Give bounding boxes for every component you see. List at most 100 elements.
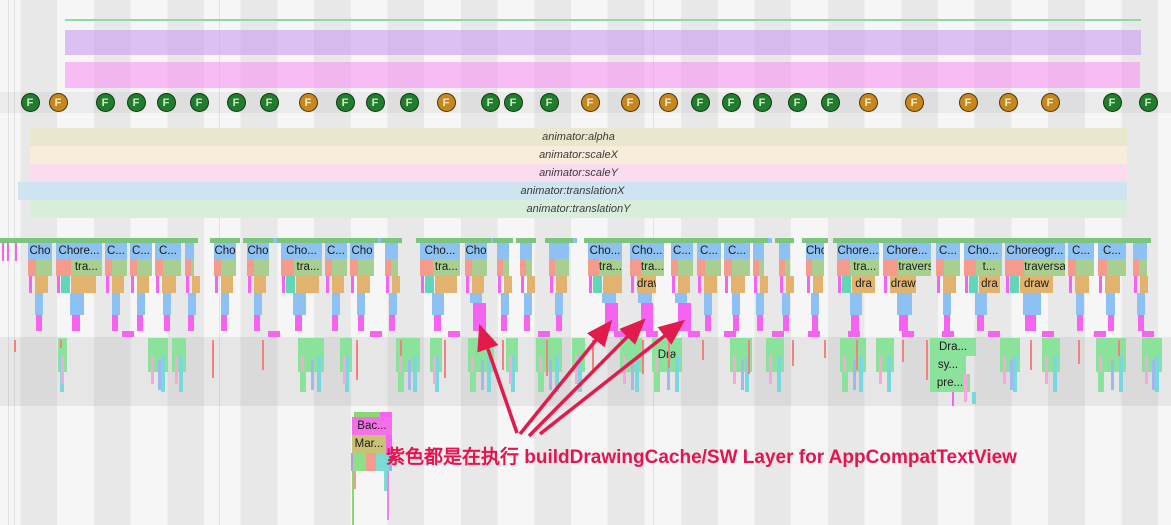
trace-slice[interactable] (1010, 360, 1013, 390)
trace-slice[interactable] (952, 392, 954, 406)
trace-slice[interactable] (733, 356, 736, 384)
trace-slice[interactable] (470, 372, 476, 392)
track-bar-purple[interactable] (65, 30, 1141, 55)
frame-marker-badge-green[interactable]: F (336, 93, 355, 112)
trace-slice[interactable] (7, 243, 9, 261)
frame-marker-badge-green[interactable]: F (190, 93, 209, 112)
trace-slice[interactable] (156, 276, 159, 293)
slice-choreographer[interactable]: Cho... (630, 243, 664, 259)
slice-draw[interactable]: dra (852, 276, 875, 293)
trace-slice[interactable] (501, 315, 507, 331)
slice-choreographer[interactable] (1133, 243, 1147, 259)
trace-slice[interactable] (944, 315, 950, 331)
trace-slice[interactable] (777, 356, 781, 392)
trace-slice[interactable] (555, 356, 559, 392)
trace-slice[interactable] (247, 259, 254, 276)
slice-draw[interactable]: dra (979, 276, 1000, 293)
trace-slice[interactable] (137, 293, 145, 315)
slice-traversal[interactable] (785, 259, 790, 276)
slice-traversal[interactable]: tra... (599, 259, 622, 276)
trace-slice[interactable] (936, 259, 944, 276)
trace-slice[interactable] (1152, 360, 1155, 390)
slice-choreographer[interactable]: C... (1068, 243, 1094, 259)
trace-slice[interactable] (326, 276, 329, 293)
frame-marker-badge-green[interactable]: F (753, 93, 772, 112)
frame-marker-badge-amber[interactable]: F (437, 93, 456, 112)
slice-traversal[interactable] (163, 259, 181, 276)
trace-slice[interactable] (575, 356, 578, 384)
trace-slice[interactable] (1098, 259, 1107, 276)
slice-build-drawing-cache[interactable] (678, 303, 691, 331)
trace-slice[interactable] (175, 356, 178, 384)
trace-slice[interactable] (1076, 293, 1084, 315)
slice-traversal[interactable]: tra... (641, 259, 664, 276)
trace-slice[interactable] (317, 356, 321, 392)
frame-marker-badge-amber[interactable]: F (959, 93, 978, 112)
slice-traversal[interactable] (1107, 259, 1126, 276)
trace-slice[interactable] (1138, 315, 1144, 331)
trace-slice[interactable] (470, 293, 482, 303)
trace-slice[interactable] (254, 293, 262, 315)
trace-slice[interactable] (524, 293, 532, 315)
trace-slice[interactable] (353, 453, 366, 471)
frame-marker-badge-green[interactable]: F (21, 93, 40, 112)
slice-traversal[interactable] (254, 259, 269, 276)
trace-slice[interactable] (158, 360, 161, 390)
slice-draw[interactable] (435, 276, 457, 293)
slice-traversal[interactable]: traversal (1024, 259, 1065, 276)
slice-draw[interactable] (786, 276, 794, 293)
slice-build-drawing-cache[interactable] (641, 303, 653, 331)
trace-slice[interactable] (56, 259, 71, 276)
slice-traversal[interactable] (732, 259, 750, 276)
trace-viewer-canvas[interactable]: FFFFFFFFFFFFFFFFFFFFFFFFFFFFFFFanimator:… (0, 0, 1171, 525)
trace-slice[interactable] (434, 315, 441, 331)
slice-draw[interactable] (527, 276, 535, 293)
trace-slice[interactable] (578, 356, 582, 392)
frame-marker-badge-green[interactable]: F (1103, 93, 1122, 112)
trace-slice[interactable] (902, 331, 914, 337)
trace-slice[interactable] (725, 276, 728, 293)
trace-slice[interactable] (1111, 360, 1114, 390)
trace-slice[interactable] (2, 243, 4, 261)
trace-slice[interactable] (1003, 356, 1006, 384)
slice-draw[interactable] (112, 276, 124, 293)
slice-draw[interactable] (392, 276, 400, 293)
animator-track-row[interactable]: animator:translationX (18, 182, 1127, 200)
trace-slice[interactable] (332, 293, 340, 315)
trace-slice[interactable] (281, 259, 294, 276)
slice-choreographer[interactable]: Choreogr... (1005, 243, 1065, 259)
slice-draw[interactable]: draw (637, 276, 656, 293)
slice-choreographer[interactable]: C... (155, 243, 181, 259)
trace-slice[interactable] (538, 372, 544, 392)
trace-slice[interactable] (351, 276, 354, 293)
trace-slice[interactable] (654, 372, 660, 392)
trace-slice[interactable] (387, 471, 389, 520)
frame-marker-badge-green[interactable]: F (504, 93, 523, 112)
trace-slice[interactable] (161, 356, 165, 392)
trace-slice[interactable] (188, 293, 196, 315)
trace-slice[interactable] (325, 259, 332, 276)
slice-choreographer[interactable] (185, 243, 194, 259)
slice-choreographer[interactable]: C... (671, 243, 693, 259)
slice-traversal[interactable] (36, 259, 52, 276)
trace-slice[interactable] (466, 276, 469, 293)
trace-slice[interactable] (358, 315, 364, 331)
slice-choreographer[interactable]: Cho... (281, 243, 322, 259)
trace-slice[interactable] (352, 471, 354, 525)
trace-slice[interactable]: sy... (930, 356, 966, 374)
trace-slice[interactable] (688, 331, 700, 337)
frame-marker-badge-amber[interactable]: F (1041, 93, 1060, 112)
slice-choreographer[interactable] (497, 243, 509, 259)
trace-slice[interactable] (851, 315, 859, 331)
slice-draw[interactable] (332, 276, 344, 293)
slice-traversal[interactable] (1139, 259, 1147, 276)
slice-choreographer[interactable]: C... (325, 243, 347, 259)
slice-traversal[interactable] (705, 259, 721, 276)
trace-slice[interactable] (732, 293, 740, 315)
trace-slice[interactable] (112, 293, 120, 315)
trace-slice[interactable] (631, 360, 634, 390)
trace-slice[interactable] (524, 315, 530, 331)
trace-slice[interactable] (413, 356, 417, 392)
trace-slice[interactable] (672, 276, 675, 293)
track-bar-pink[interactable] (65, 62, 1140, 88)
